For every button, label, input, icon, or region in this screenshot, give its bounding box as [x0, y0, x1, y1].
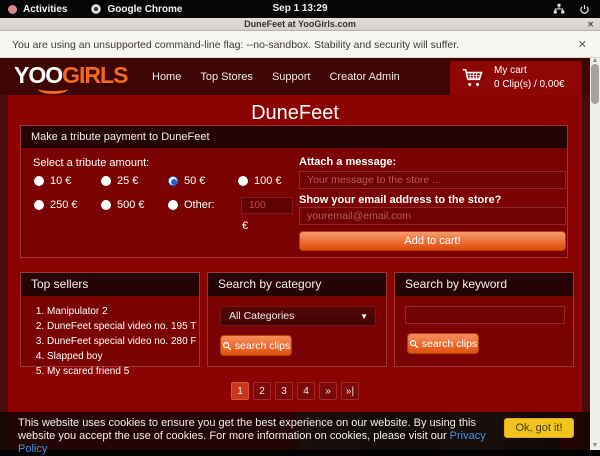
- search-icon: [222, 341, 232, 351]
- logo-smile-icon: [38, 84, 68, 94]
- radio-50-icon-selected[interactable]: [168, 176, 178, 186]
- power-icon[interactable]: [579, 4, 590, 15]
- top-seller-item[interactable]: My scared friend 5: [47, 364, 199, 379]
- amount-option-100[interactable]: 100 €: [238, 175, 282, 187]
- window-title-bar: DuneFeet at YooGirls.com ✕: [0, 18, 600, 31]
- radio-250-icon[interactable]: [34, 200, 44, 210]
- search-clips-label: search clips: [422, 338, 477, 350]
- email-input[interactable]: [299, 207, 566, 225]
- cart-label: My cart: [494, 64, 565, 78]
- category-selected-value: All Categories: [229, 310, 294, 322]
- window-close-icon[interactable]: ✕: [587, 18, 594, 31]
- page-content: DuneFeet Make a tribute payment to DuneF…: [8, 95, 582, 450]
- top-seller-item[interactable]: DuneFeet special video no. 280 F: [47, 334, 199, 349]
- tribute-panel: Make a tribute payment to DuneFeet Selec…: [20, 125, 568, 258]
- site-header: YOOGIRLS Home Top Stores Support Creator…: [0, 58, 590, 95]
- window-title: DuneFeet at YooGirls.com: [244, 19, 356, 29]
- top-seller-item[interactable]: DuneFeet special video no. 195 T: [47, 319, 199, 334]
- search-category-title: Search by category: [208, 273, 386, 296]
- nav-item-home[interactable]: Home: [152, 71, 181, 83]
- search-keyword-panel: Search by keyword search clips: [394, 272, 574, 367]
- scrollbar-thumb[interactable]: [591, 64, 599, 104]
- message-input[interactable]: [299, 171, 566, 189]
- amount-option-label: 50 €: [184, 175, 205, 187]
- message-label: Attach a message:: [299, 156, 396, 168]
- amount-label: Select a tribute amount:: [33, 157, 149, 169]
- nav-item-top-stores[interactable]: Top Stores: [200, 71, 253, 83]
- search-clips-keyword-button[interactable]: search clips: [407, 333, 479, 354]
- warning-message: You are using an unsupported command-lin…: [12, 39, 459, 51]
- pagination: 1 2 3 4 » »|: [8, 382, 582, 400]
- amount-option-500[interactable]: 500 €: [101, 199, 145, 211]
- logo-text-girls: GIRLS: [62, 62, 127, 88]
- search-clips-label: search clips: [235, 340, 290, 352]
- my-cart-widget[interactable]: My cart 0 Clip(s) / 0,00€: [450, 61, 582, 95]
- cookie-notice-text: This website uses cookies to ensure you …: [18, 417, 496, 456]
- amount-option-10[interactable]: 10 €: [34, 175, 71, 187]
- amount-option-label: 250 €: [50, 199, 78, 211]
- keyword-input[interactable]: [405, 306, 565, 324]
- amount-option-250[interactable]: 250 €: [34, 199, 78, 211]
- scroll-down-icon[interactable]: ▼: [590, 442, 600, 449]
- add-to-cart-button[interactable]: Add to cart!: [299, 231, 566, 251]
- top-seller-item[interactable]: Manipulator 2: [47, 304, 199, 319]
- tribute-panel-title: Make a tribute payment to DuneFeet: [21, 126, 567, 148]
- network-icon[interactable]: [553, 3, 565, 15]
- main-nav: Home Top Stores Support Creator Admin: [152, 58, 400, 95]
- cookie-notice-bar: This website uses cookies to ensure you …: [0, 412, 590, 450]
- clock[interactable]: Sep 1 13:29: [0, 0, 600, 18]
- page-button-4[interactable]: 4: [297, 382, 315, 400]
- amount-option-label: Other:: [184, 199, 215, 211]
- top-seller-item[interactable]: Slapped boy: [47, 349, 199, 364]
- page-button-last[interactable]: »|: [341, 382, 359, 400]
- top-sellers-list: Manipulator 2 DuneFeet special video no.…: [47, 304, 199, 379]
- radio-100-icon[interactable]: [238, 176, 248, 186]
- cookie-text: This website uses cookies to ensure you …: [18, 417, 476, 442]
- top-sellers-panel: Top sellers Manipulator 2 DuneFeet speci…: [20, 272, 200, 367]
- search-icon: [409, 339, 419, 349]
- search-category-panel: Search by category All Categories ▼ sear…: [207, 272, 387, 367]
- warning-close-icon[interactable]: ✕: [578, 38, 587, 51]
- radio-25-icon[interactable]: [101, 176, 111, 186]
- system-top-bar: Activities Google Chrome Sep 1 13:29: [0, 0, 600, 18]
- chrome-warning-bar: You are using an unsupported command-lin…: [0, 31, 600, 58]
- radio-other-icon[interactable]: [168, 200, 178, 210]
- amount-option-50[interactable]: 50 €: [168, 175, 205, 187]
- amount-option-label: 500 €: [117, 199, 145, 211]
- chevron-down-icon: ▼: [360, 307, 368, 326]
- nav-item-creator-admin[interactable]: Creator Admin: [329, 71, 399, 83]
- radio-10-icon[interactable]: [34, 176, 44, 186]
- page-button-2[interactable]: 2: [253, 382, 271, 400]
- cookie-accept-button[interactable]: Ok, got it!: [504, 418, 574, 438]
- amount-option-label: 10 €: [50, 175, 71, 187]
- search-keyword-title: Search by keyword: [395, 273, 573, 296]
- cart-count: 0 Clip(s) / 0,00€: [494, 78, 565, 92]
- amount-option-label: 25 €: [117, 175, 138, 187]
- email-label: Show your email address to the store?: [299, 194, 501, 206]
- search-clips-category-button[interactable]: search clips: [220, 335, 292, 356]
- category-select[interactable]: All Categories ▼: [220, 306, 376, 326]
- page-button-1[interactable]: 1: [231, 382, 249, 400]
- radio-500-icon[interactable]: [101, 200, 111, 210]
- site-logo[interactable]: YOOGIRLS: [14, 62, 127, 88]
- browser-viewport: YOOGIRLS Home Top Stores Support Creator…: [0, 58, 600, 450]
- top-sellers-title: Top sellers: [21, 273, 199, 296]
- amount-option-other[interactable]: Other:: [168, 199, 215, 211]
- scrollbar[interactable]: ▲ ▼: [590, 58, 600, 450]
- page-button-3[interactable]: 3: [275, 382, 293, 400]
- other-amount-input[interactable]: [241, 197, 293, 214]
- amount-option-label: 100 €: [254, 175, 282, 187]
- currency-symbol: €: [242, 220, 248, 232]
- cart-icon: [460, 67, 484, 89]
- page-title: DuneFeet: [8, 95, 582, 125]
- amount-option-25[interactable]: 25 €: [101, 175, 138, 187]
- scroll-up-icon[interactable]: ▲: [590, 57, 600, 64]
- page-button-next[interactable]: »: [319, 382, 337, 400]
- nav-item-support[interactable]: Support: [272, 71, 311, 83]
